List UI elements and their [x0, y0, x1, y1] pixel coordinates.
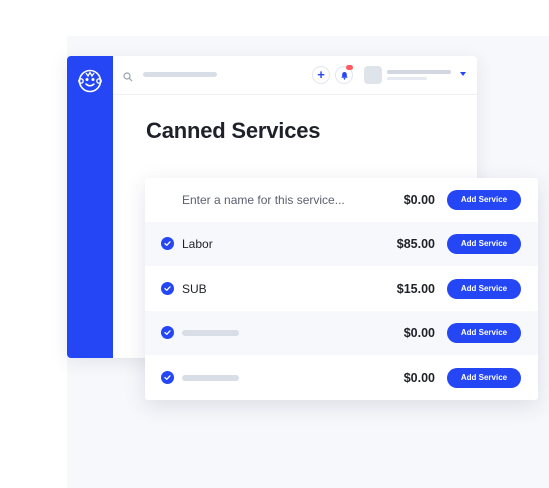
- monkey-logo-icon[interactable]: [78, 69, 102, 93]
- bell-icon: [341, 72, 348, 80]
- check-circle-icon[interactable]: [161, 237, 174, 250]
- service-row: SUB $15.00 Add Service: [145, 267, 538, 311]
- service-name-placeholder: [182, 330, 239, 336]
- service-price: $0.00: [403, 193, 435, 207]
- services-card: Enter a name for this service... $0.00 A…: [145, 178, 538, 400]
- service-row: $0.00 Add Service: [145, 311, 538, 355]
- plus-icon: +: [317, 67, 325, 82]
- service-row: Labor $85.00 Add Service: [145, 222, 538, 266]
- add-service-button[interactable]: Add Service: [447, 234, 521, 254]
- service-row: $0.00 Add Service: [145, 356, 538, 400]
- add-service-button[interactable]: Add Service: [447, 368, 521, 388]
- service-name: SUB: [182, 282, 207, 296]
- add-service-button[interactable]: Add Service: [447, 190, 521, 210]
- service-price: $0.00: [403, 326, 435, 340]
- page-title: Canned Services: [146, 118, 321, 143]
- check-circle-icon[interactable]: [161, 371, 174, 384]
- search-input[interactable]: [143, 72, 217, 77]
- service-name-placeholder: [182, 375, 239, 381]
- user-name-placeholder: [387, 70, 451, 74]
- service-price: $85.00: [396, 237, 435, 251]
- service-name: Labor: [182, 237, 213, 251]
- service-name-input[interactable]: Enter a name for this service...: [182, 193, 345, 207]
- check-circle-icon[interactable]: [161, 326, 174, 339]
- notification-badge: [346, 65, 353, 70]
- search-icon[interactable]: [123, 69, 133, 82]
- service-price: $0.00: [403, 371, 435, 385]
- chevron-down-icon[interactable]: [460, 72, 466, 76]
- user-role-placeholder: [387, 77, 427, 80]
- sidebar: [67, 56, 113, 358]
- top-bar: +: [113, 56, 477, 95]
- check-circle-icon[interactable]: [161, 282, 174, 295]
- add-button[interactable]: +: [312, 66, 330, 84]
- avatar[interactable]: [364, 66, 382, 84]
- new-service-row: Enter a name for this service... $0.00 A…: [145, 178, 538, 222]
- service-price: $15.00: [396, 282, 435, 296]
- add-service-button[interactable]: Add Service: [447, 323, 521, 343]
- add-service-button[interactable]: Add Service: [447, 279, 521, 299]
